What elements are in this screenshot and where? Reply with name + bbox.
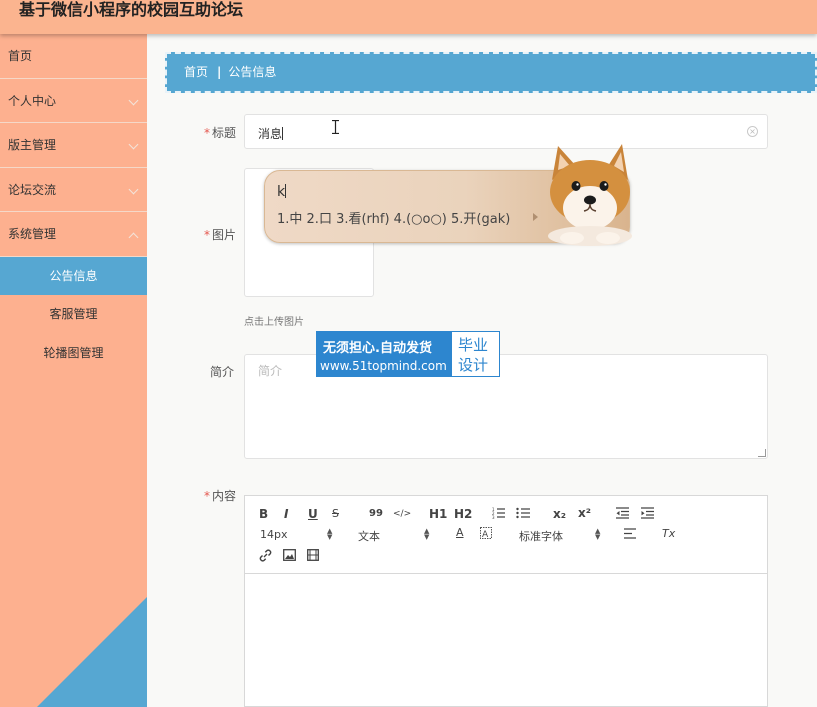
- title-input-value: 消息: [258, 127, 284, 141]
- upload-hint[interactable]: 点击上传图片: [244, 313, 304, 328]
- svg-text:3: 3: [492, 515, 495, 519]
- indent-icon[interactable]: [641, 507, 654, 519]
- video-icon[interactable]: [307, 549, 319, 561]
- image-icon[interactable]: [283, 549, 296, 561]
- shiba-dog-icon: [548, 144, 632, 246]
- app-header: 基于微信小程序的校园互助论坛: [0, 0, 817, 34]
- chevron-down-icon: [128, 184, 139, 194]
- sidebar-item-personal-center[interactable]: 个人中心: [0, 79, 147, 123]
- breadcrumb-separator: |: [217, 65, 222, 79]
- sidebar-subitem-customer-service[interactable]: 客服管理: [0, 295, 147, 334]
- ordered-list-icon[interactable]: 123: [492, 507, 505, 519]
- blockquote-button[interactable]: 99: [369, 507, 383, 521]
- strikethrough-button[interactable]: S: [332, 507, 339, 521]
- sidebar-item-label: 论坛交流: [8, 182, 57, 197]
- background-color-icon[interactable]: A: [480, 527, 492, 539]
- text-type-select[interactable]: 文本 ▲ ▼: [358, 528, 433, 544]
- sidebar-item-forum[interactable]: 论坛交流: [0, 168, 147, 212]
- sidebar-subitem-carousel[interactable]: 轮播图管理: [0, 334, 147, 373]
- breadcrumb-home[interactable]: 首页: [184, 65, 208, 79]
- subscript-button[interactable]: x₂: [553, 507, 566, 521]
- sidebar: 首页 个人中心 版主管理 论坛交流 系统管理 公告信息 客服管理 轮播图管理: [0, 34, 147, 707]
- clear-format-button[interactable]: Tx: [662, 527, 675, 541]
- sidebar-item-home[interactable]: 首页: [0, 34, 147, 79]
- clear-icon[interactable]: ×: [747, 126, 758, 137]
- intro-placeholder: 简介: [258, 364, 283, 378]
- rich-text-editor[interactable]: B I U S 99 </> H1 H2 123 x₂ x² 14px ▲ ▼ 文…: [244, 495, 768, 707]
- heading2-button[interactable]: H2: [454, 507, 472, 521]
- ime-composition: k: [277, 184, 287, 200]
- watermark-line2: www.51topmind.com: [320, 359, 447, 373]
- intro-label: 简介: [209, 365, 234, 379]
- outdent-icon[interactable]: [616, 507, 629, 519]
- chevron-down-icon: [128, 139, 139, 150]
- bold-button[interactable]: B: [259, 507, 268, 521]
- font-family-select[interactable]: 标准字体 ▲ ▼: [519, 528, 604, 544]
- chevron-down-icon: [128, 95, 139, 105]
- image-label: * 图片: [203, 228, 236, 242]
- italic-button[interactable]: I: [284, 507, 288, 521]
- text-cursor-icon: [332, 120, 339, 134]
- select-arrows-icon: ▲ ▼: [327, 527, 333, 541]
- watermark-box: 毕业 设计: [452, 332, 499, 376]
- sidebar-item-label: 个人中心: [8, 93, 57, 108]
- sidebar-item-label: 首页: [8, 49, 33, 63]
- ime-candidates[interactable]: 1.中 2.口 3.看(rhf) 4.(○o○) 5.开(gak): [277, 208, 510, 227]
- link-icon[interactable]: [259, 549, 272, 562]
- sidebar-subitem-announcements[interactable]: 公告信息: [0, 256, 147, 295]
- breadcrumb: 首页 | 公告信息: [165, 52, 817, 93]
- select-arrows-icon: ▲ ▼: [595, 527, 601, 541]
- underline-button[interactable]: U: [308, 507, 318, 521]
- content-label: * 内容: [203, 489, 236, 503]
- font-size-select[interactable]: 14px ▲ ▼: [260, 527, 335, 542]
- resize-handle[interactable]: [758, 449, 766, 457]
- title-label: * 标题: [203, 126, 236, 140]
- chevron-up-icon: [128, 232, 139, 243]
- font-color-button[interactable]: A: [456, 526, 464, 540]
- editor-toolbar: B I U S 99 </> H1 H2 123 x₂ x² 14px ▲ ▼ 文…: [245, 496, 767, 574]
- watermark-line1: 无须担心.自动发货: [323, 341, 432, 356]
- sidebar-corner-decoration: [37, 597, 147, 707]
- title-input[interactable]: 消息 ×: [244, 114, 768, 149]
- sidebar-item-label: 系统管理: [8, 227, 57, 241]
- heading1-button[interactable]: H1: [429, 507, 447, 521]
- required-mark: *: [203, 489, 210, 503]
- svg-text:A: A: [482, 530, 489, 539]
- breadcrumb-current: 公告信息: [228, 65, 277, 79]
- sidebar-item-system-management[interactable]: 系统管理: [0, 212, 147, 257]
- select-arrows-icon: ▲ ▼: [424, 527, 430, 541]
- required-mark: *: [203, 228, 210, 242]
- app-title: 基于微信小程序的校园互助论坛: [19, 0, 244, 19]
- watermark-banner: 无须担心.自动发货 www.51topmind.com 毕业 设计: [316, 331, 500, 377]
- sidebar-item-moderator-management[interactable]: 版主管理: [0, 123, 147, 168]
- superscript-button[interactable]: x²: [578, 506, 591, 520]
- required-mark: *: [203, 126, 210, 140]
- align-left-icon[interactable]: [624, 528, 636, 539]
- bullet-list-icon[interactable]: [516, 507, 530, 519]
- sidebar-item-label: 版主管理: [8, 138, 57, 152]
- code-block-button[interactable]: </>: [393, 507, 411, 521]
